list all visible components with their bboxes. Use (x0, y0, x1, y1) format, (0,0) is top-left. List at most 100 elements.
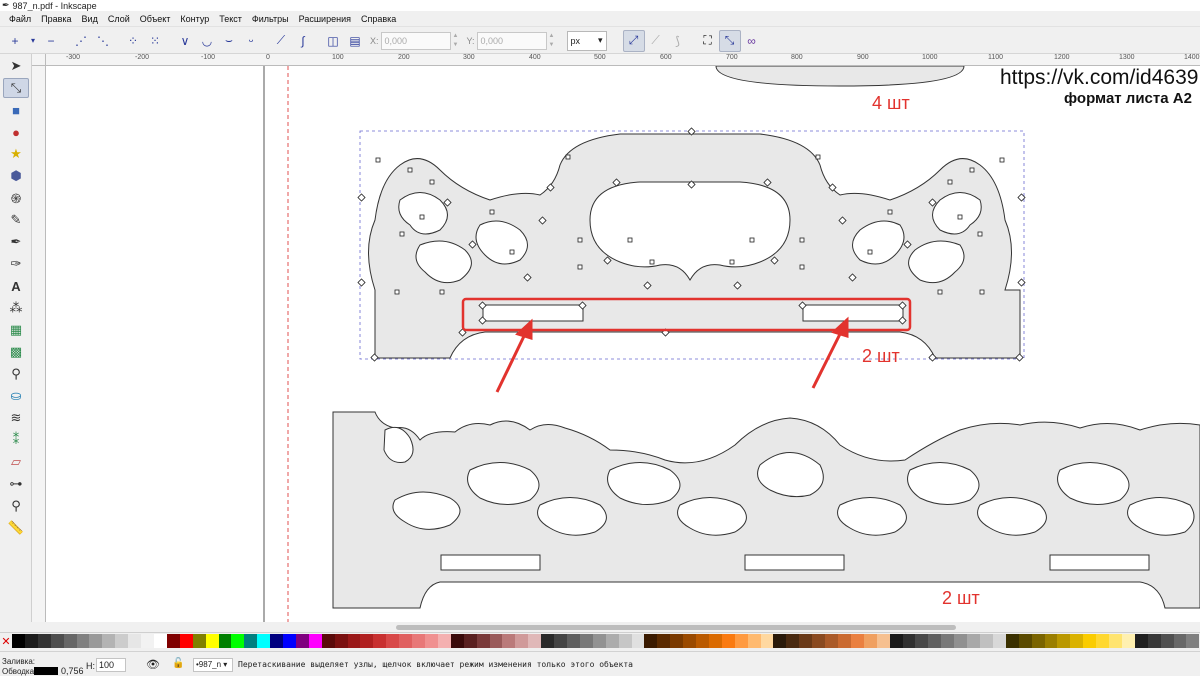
color-swatch[interactable] (321, 634, 335, 648)
color-swatch[interactable] (734, 634, 748, 648)
color-swatch[interactable] (786, 634, 800, 648)
insert-node-dropdown-icon[interactable]: ▾ (26, 30, 40, 52)
x-input[interactable]: 0,000 (380, 31, 451, 50)
color-swatch[interactable] (412, 634, 425, 648)
symmetric-node-icon[interactable]: ⌣ (218, 30, 240, 52)
scrollbar-thumb[interactable] (396, 625, 956, 630)
mesh-tool-icon[interactable]: ▩ (3, 342, 29, 362)
color-swatch[interactable] (683, 634, 697, 648)
color-swatch[interactable] (283, 634, 296, 648)
color-swatch[interactable] (50, 634, 64, 648)
join-segment-icon[interactable]: ⁘ (122, 30, 144, 52)
tweak-tool-icon[interactable]: ≋ (3, 408, 29, 428)
color-swatch[interactable] (967, 634, 980, 648)
color-swatch[interactable] (554, 634, 567, 648)
color-swatch[interactable] (889, 634, 903, 648)
part-top-partial[interactable] (715, 66, 965, 87)
color-swatch[interactable] (1083, 634, 1097, 648)
segment-line-icon[interactable]: ⟋ (270, 30, 292, 52)
color-swatch[interactable] (850, 634, 864, 648)
color-swatch[interactable] (102, 634, 116, 648)
color-swatch[interactable] (244, 634, 258, 648)
star-tool-icon[interactable]: ★ (3, 144, 29, 164)
color-swatch[interactable] (1134, 634, 1148, 648)
y-input[interactable]: 0,000 (476, 31, 547, 50)
menu-extensions[interactable]: Расширения (294, 14, 356, 24)
color-swatch[interactable] (915, 634, 929, 648)
auto-smooth-node-icon[interactable]: ᵕ (240, 30, 262, 52)
color-swatch[interactable] (605, 634, 619, 648)
color-swatch[interactable] (1147, 634, 1161, 648)
menu-help[interactable]: Справка (356, 14, 401, 24)
menu-view[interactable]: Вид (77, 14, 103, 24)
drawing-canvas[interactable]: https://vk.com/id4639 формат листа А2 4 … (46, 66, 1200, 622)
color-swatch[interactable] (863, 634, 877, 648)
color-swatch[interactable] (592, 634, 606, 648)
color-swatch[interactable] (541, 634, 555, 648)
color-swatch[interactable] (270, 634, 284, 648)
color-swatch[interactable] (1018, 634, 1032, 648)
color-swatch[interactable] (450, 634, 464, 648)
color-swatch[interactable] (1044, 634, 1058, 648)
color-swatch[interactable] (141, 634, 154, 648)
color-swatch[interactable] (708, 634, 722, 648)
unit-select[interactable]: px ▾ (566, 30, 607, 51)
color-swatch[interactable] (657, 634, 671, 648)
object-to-path-icon[interactable]: ◫ (322, 30, 344, 52)
color-swatch[interactable] (1005, 634, 1019, 648)
color-swatch[interactable] (760, 634, 774, 648)
color-swatch[interactable] (696, 634, 709, 648)
color-swatch[interactable] (812, 634, 826, 648)
color-swatch[interactable] (1109, 634, 1122, 648)
gradient-tool-icon[interactable]: ▦ (3, 320, 29, 340)
menu-edit[interactable]: Правка (36, 14, 76, 24)
color-swatch[interactable] (463, 634, 477, 648)
delete-node-icon[interactable]: − (40, 30, 62, 52)
zoom-tool-icon[interactable]: ⚲ (3, 496, 29, 516)
color-swatch[interactable] (579, 634, 593, 648)
color-swatch[interactable] (295, 634, 309, 648)
color-swatch[interactable] (528, 634, 542, 648)
color-swatch[interactable] (128, 634, 142, 648)
color-swatch[interactable] (37, 634, 51, 648)
show-path-outline-icon[interactable]: ⤡ (718, 29, 741, 52)
color-swatch[interactable] (1121, 634, 1135, 648)
layer-select[interactable]: •987_n ▾ (193, 658, 233, 672)
stroke-swatch[interactable] (34, 667, 58, 675)
spray-can-tool-icon[interactable]: ⁑ (3, 430, 29, 450)
part-side-panel[interactable] (332, 411, 1200, 609)
color-swatch[interactable] (566, 634, 580, 648)
measure-tool-icon[interactable]: 📏 (3, 518, 29, 538)
transform-handles-icon[interactable]: ⛶ (697, 30, 719, 52)
node-tool-icon[interactable]: ⤡ (3, 78, 29, 98)
color-swatch[interactable] (992, 634, 1006, 648)
color-swatch[interactable] (979, 634, 993, 648)
color-swatch[interactable] (902, 634, 916, 648)
menu-layer[interactable]: Слой (103, 14, 135, 24)
spray-tool-icon[interactable]: ⁂ (3, 298, 29, 318)
color-swatch[interactable] (399, 634, 413, 648)
color-swatch[interactable] (153, 634, 167, 648)
3d-box-tool-icon[interactable]: ⬢ (3, 166, 29, 186)
show-clip-icon[interactable]: ⟋ (645, 30, 667, 52)
color-swatch[interactable] (1031, 634, 1045, 648)
spiral-tool-icon[interactable]: ֍ (3, 188, 29, 208)
color-swatch[interactable] (373, 634, 387, 648)
color-swatch[interactable] (928, 634, 942, 648)
eraser-tool-icon[interactable]: ▱ (3, 452, 29, 472)
menu-filters[interactable]: Фильтры (247, 14, 294, 24)
part-headboard-selected[interactable] (359, 130, 1025, 360)
delete-segment-icon[interactable]: ⁙ (144, 30, 166, 52)
color-swatch[interactable] (179, 634, 193, 648)
menu-text[interactable]: Текст (214, 14, 247, 24)
color-swatch[interactable] (12, 634, 25, 648)
selector-tool-icon[interactable]: ➤ (3, 56, 29, 76)
color-swatch[interactable] (631, 634, 645, 648)
color-swatch[interactable] (166, 634, 180, 648)
color-swatch[interactable] (721, 634, 735, 648)
join-nodes-icon[interactable]: ⋰ (70, 30, 92, 52)
cusp-node-icon[interactable]: ∨ (174, 30, 196, 52)
stroke-to-path-icon[interactable]: ▤ (344, 30, 366, 52)
color-swatch[interactable] (257, 634, 271, 648)
path-effect-icon[interactable]: ∞ (741, 30, 763, 52)
